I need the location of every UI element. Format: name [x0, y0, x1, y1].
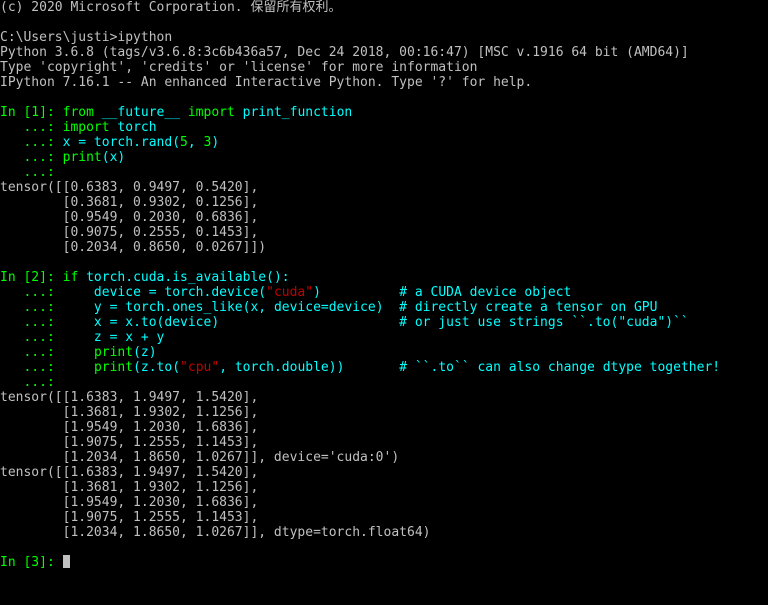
cont-prompt: ...:: [0, 285, 63, 300]
in-prompt-2: In [2]:: [0, 270, 63, 285]
kw-import: import: [188, 105, 235, 120]
cont-prompt: ...:: [0, 120, 63, 135]
comment: # ``.to`` can also change dtype together…: [399, 360, 720, 375]
str-literal: "cpu": [180, 360, 219, 375]
cont-prompt: ...:: [0, 330, 63, 345]
prompt-path: C:\Users\justi>: [0, 30, 117, 45]
kw-from: from: [63, 105, 94, 120]
cursor[interactable]: [63, 555, 70, 568]
python-banner-line3: IPython 7.16.1 -- An enhanced Interactiv…: [0, 75, 532, 90]
cont-prompt: ...:: [0, 300, 63, 315]
in-prompt-1: In [1]:: [0, 105, 63, 120]
cont-prompt: ...:: [0, 345, 63, 360]
tensor-output-3: tensor([[1.6383, 1.9497, 1.5420],: [0, 465, 258, 480]
cont-prompt: ...:: [0, 135, 63, 150]
comment: # directly create a tensor on GPU: [399, 300, 657, 315]
python-banner-line1: Python 3.6.8 (tags/v3.6.8:3c6b436a57, De…: [0, 45, 689, 60]
cont-prompt: ...:: [0, 165, 63, 180]
copyright-line: (c) 2020 Microsoft Corporation. 保留所有权利。: [0, 0, 341, 15]
in-prompt-3: In [3]:: [0, 555, 63, 570]
terminal-output[interactable]: (c) 2020 Microsoft Corporation. 保留所有权利。 …: [0, 0, 768, 570]
tensor-output-2: tensor([[1.6383, 1.9497, 1.5420],: [0, 390, 258, 405]
comment: # a CUDA device object: [399, 285, 571, 300]
kw-if: if: [63, 270, 79, 285]
cont-prompt: ...:: [0, 360, 63, 375]
cont-prompt: ...:: [0, 150, 63, 165]
builtin-print: print: [63, 150, 102, 165]
comment: # or just use strings ``.to("cuda")``: [399, 315, 689, 330]
builtin-print: print: [94, 360, 133, 375]
python-banner-line2: Type 'copyright', 'credits' or 'license'…: [0, 60, 477, 75]
str-literal: "cuda": [266, 285, 313, 300]
kw-import: import: [63, 120, 110, 135]
num-literal: 5: [180, 135, 188, 150]
cont-prompt: ...:: [0, 315, 63, 330]
builtin-print: print: [94, 345, 133, 360]
cont-prompt: ...:: [0, 375, 63, 390]
tensor-output-1: tensor([[0.6383, 0.9497, 0.5420],: [0, 180, 258, 195]
command-typed: ipython: [117, 30, 172, 45]
